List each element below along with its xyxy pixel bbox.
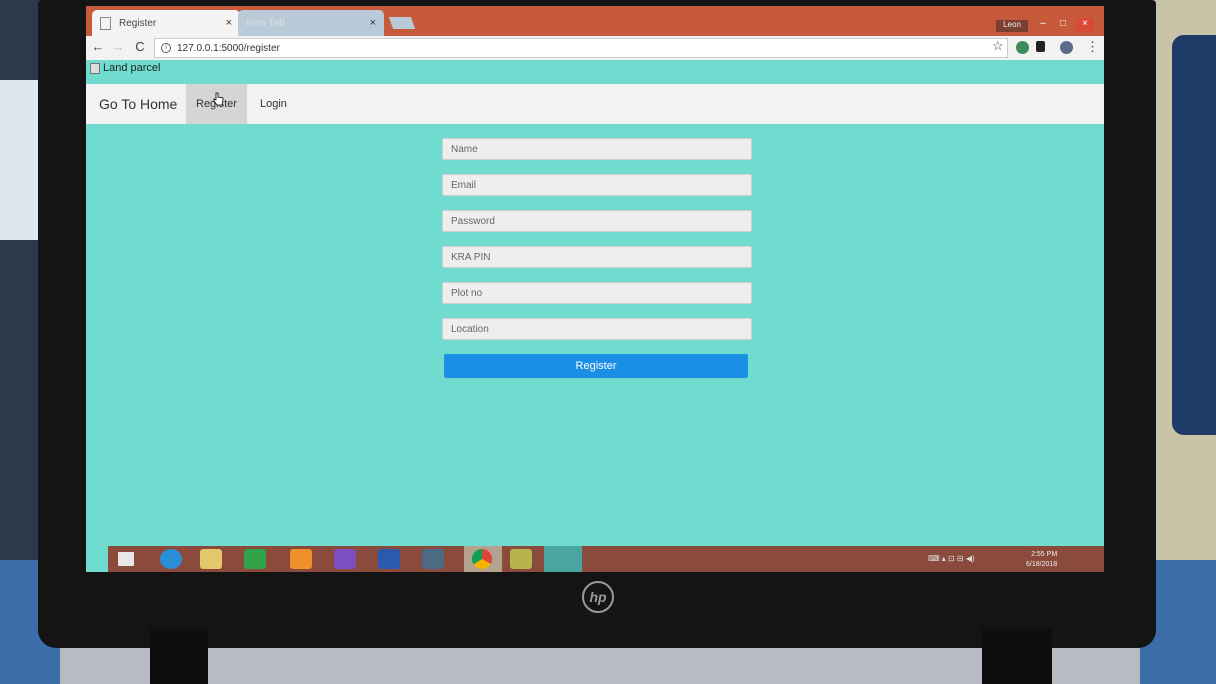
vlc-icon[interactable]	[290, 549, 312, 569]
chrome-taskbar-button[interactable]	[464, 546, 502, 572]
register-button[interactable]: Register	[444, 354, 748, 378]
internet-explorer-icon[interactable]	[160, 549, 182, 569]
minimize-button[interactable]: –	[1034, 18, 1052, 32]
nav-home-link[interactable]: Go To Home	[99, 84, 177, 124]
word-icon[interactable]	[378, 549, 400, 569]
clock-time: 2:55 PM	[1031, 551, 1058, 558]
browser-toolbar: ← → C i 127.0.0.1:5000/register ☆ ⋮	[86, 36, 1104, 60]
laptop-screen: Register × New Tab × Leon – □ × ← → C i …	[86, 6, 1104, 572]
tab-title: Register	[119, 17, 157, 29]
password-field[interactable]	[442, 210, 752, 232]
laptop-hinge-left	[150, 628, 208, 684]
plot-no-field[interactable]	[442, 282, 752, 304]
sublime-icon[interactable]	[422, 549, 444, 569]
extension-icon[interactable]	[1016, 41, 1029, 54]
tab-new-tab[interactable]: New Tab ×	[238, 10, 384, 36]
logo-alt-text: Land parcel	[103, 62, 161, 74]
kra-pin-field[interactable]	[442, 246, 752, 268]
books-icon[interactable]	[510, 549, 532, 569]
close-icon[interactable]: ×	[226, 17, 232, 29]
location-field[interactable]	[442, 318, 752, 340]
laptop-hinge-right	[982, 628, 1052, 684]
windows-start-icon[interactable]	[118, 552, 134, 566]
windows-taskbar: ⌨ ▴ ⊡ ⊟ ◀) 2:55 PM 6/18/2018	[108, 546, 1104, 572]
address-text: 127.0.0.1:5000/register	[177, 42, 280, 54]
hand-cursor-icon	[213, 92, 224, 106]
close-icon[interactable]: ×	[370, 17, 376, 29]
hp-logo: hp	[582, 581, 614, 613]
address-bar[interactable]: i 127.0.0.1:5000/register	[154, 38, 1008, 58]
broken-image-icon	[90, 62, 100, 74]
profile-button[interactable]: Leon	[996, 20, 1028, 32]
system-tray[interactable]: ⌨ ▴ ⊡ ⊟ ◀)	[928, 554, 975, 563]
maximize-button[interactable]: □	[1054, 18, 1072, 32]
clock-date: 6/18/2018	[1026, 561, 1058, 568]
forward-icon[interactable]: →	[110, 39, 126, 54]
page-icon	[100, 16, 111, 30]
site-navbar: Go To Home Register Login	[86, 84, 1104, 124]
email-field[interactable]	[442, 174, 752, 196]
bookmark-star-icon[interactable]: ☆	[992, 38, 1005, 53]
nav-login-link[interactable]: Login	[250, 84, 297, 124]
name-field[interactable]	[442, 138, 752, 160]
reload-icon[interactable]: C	[132, 39, 148, 54]
close-window-button[interactable]: ×	[1076, 18, 1094, 32]
store-icon[interactable]	[244, 549, 266, 569]
chrome-icon	[472, 549, 492, 569]
pycharm-icon[interactable]	[544, 546, 582, 572]
tab-title: New Tab	[246, 17, 285, 29]
taskbar-clock[interactable]: 2:55 PM 6/18/2018	[1026, 550, 1057, 570]
extension-icon[interactable]	[1060, 41, 1073, 54]
menu-icon[interactable]: ⋮	[1086, 39, 1099, 55]
new-tab-button[interactable]	[388, 17, 416, 29]
tab-register[interactable]: Register ×	[92, 10, 240, 36]
back-icon[interactable]: ←	[90, 39, 106, 54]
extension-icon[interactable]	[1036, 41, 1045, 52]
register-form: Register	[442, 138, 752, 378]
file-explorer-icon[interactable]	[200, 549, 222, 569]
background-chair	[1172, 35, 1216, 435]
visual-studio-icon[interactable]	[334, 549, 356, 569]
logo-image: Land parcel	[90, 62, 161, 74]
info-icon[interactable]: i	[161, 43, 171, 53]
